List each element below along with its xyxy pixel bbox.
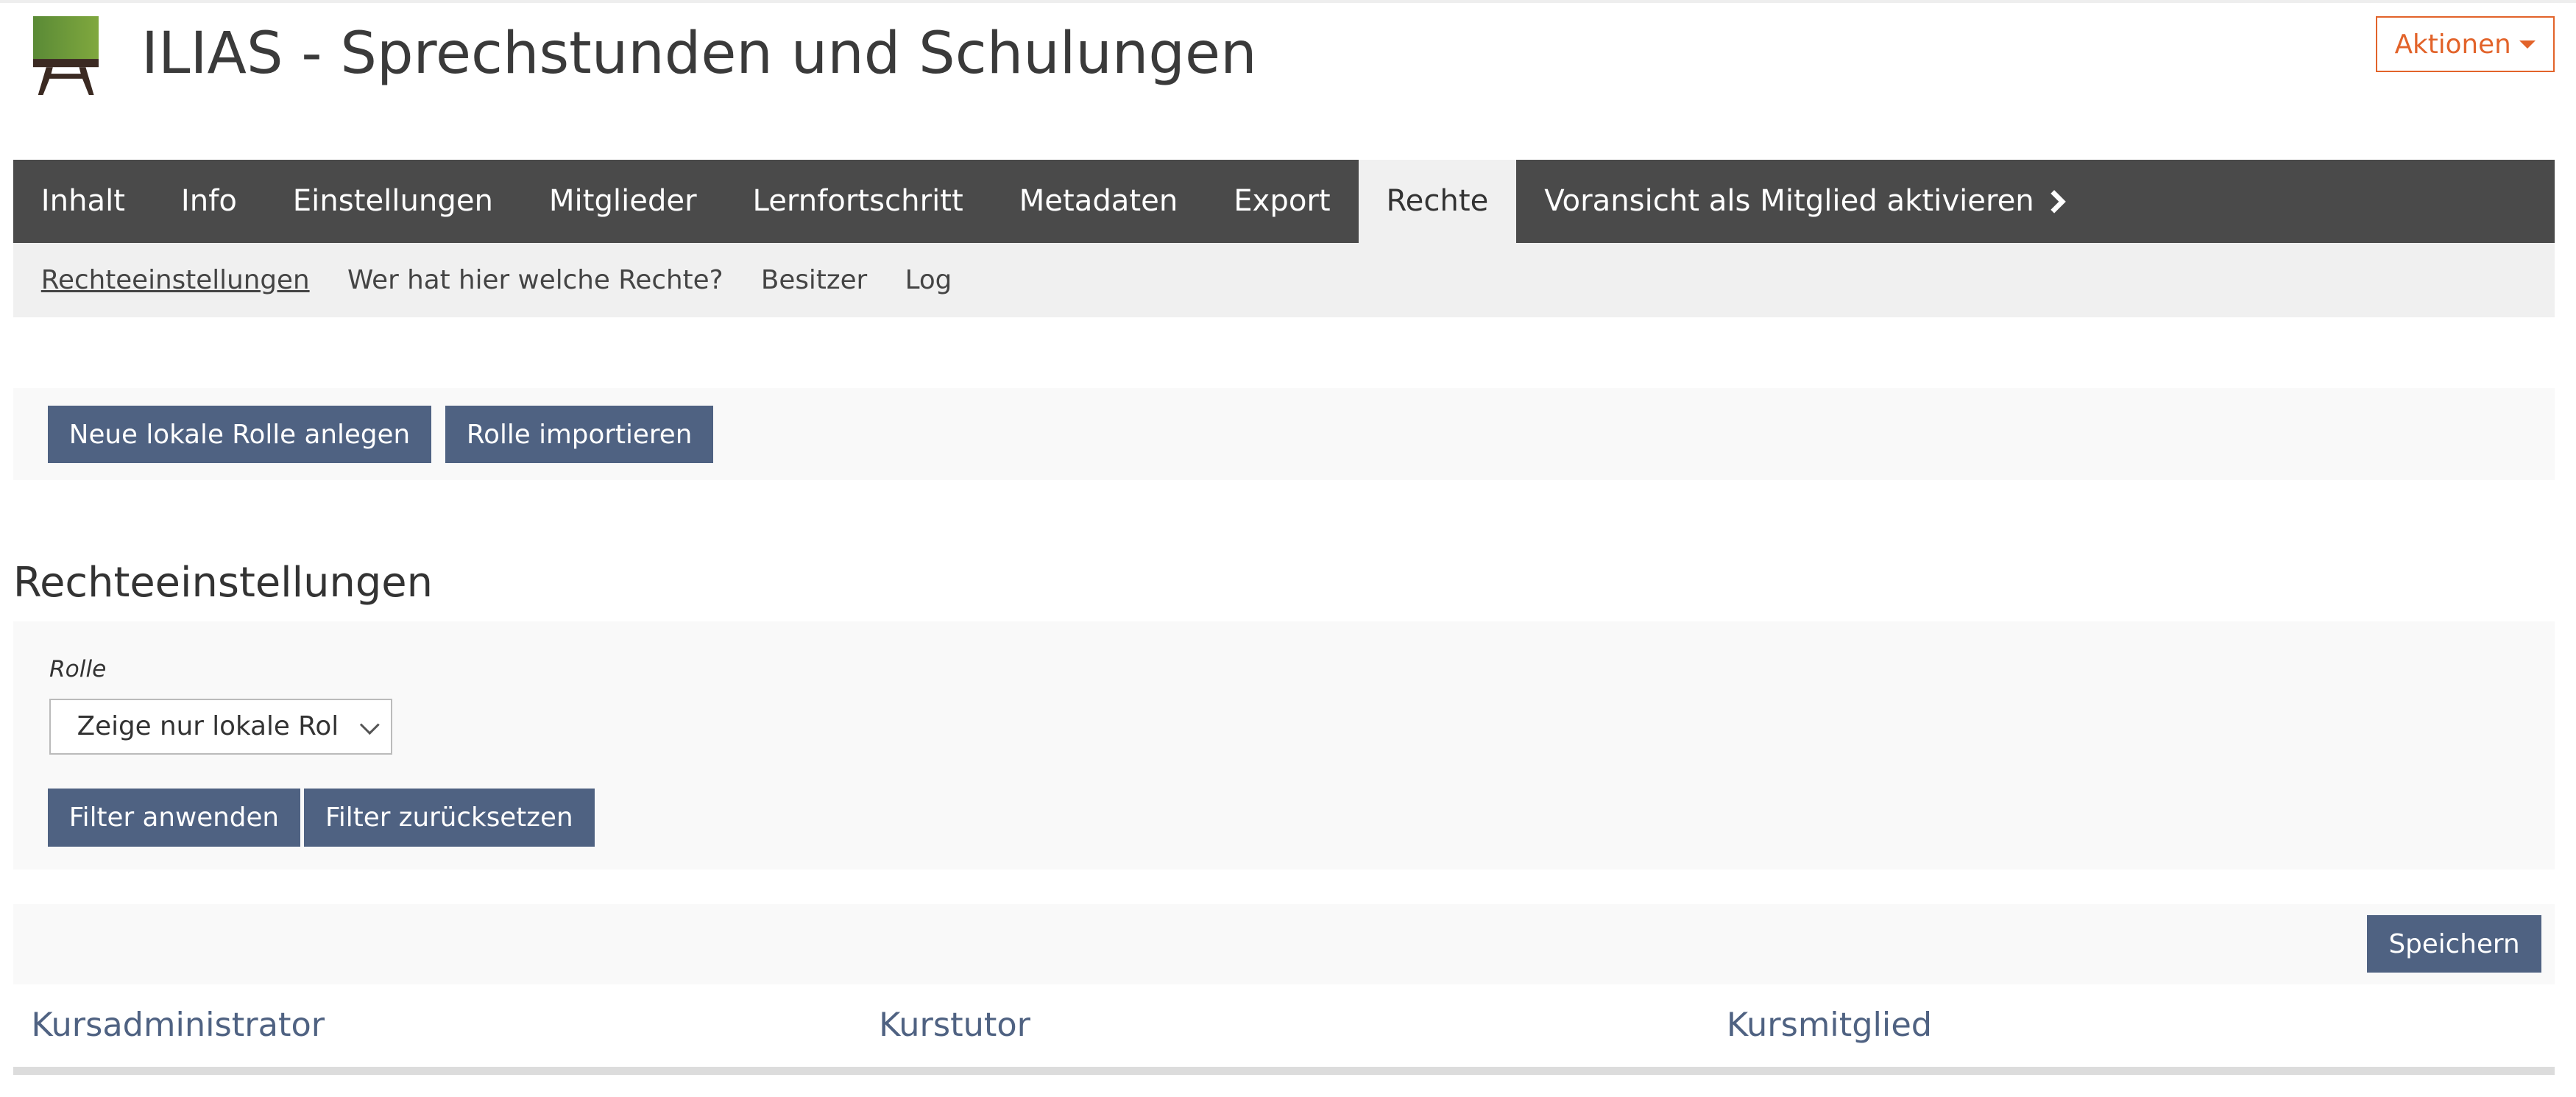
table-toolbar: [13, 903, 2555, 984]
role-filter-select[interactable]: Zeige nur lokale Rol: [49, 698, 393, 755]
main-tabs: Inhalt Info Einstellungen Mitglieder Ler…: [13, 159, 2555, 244]
subtab-besitzer[interactable]: Besitzer: [761, 265, 867, 295]
role-filter-value: Zeige nur lokale Rol: [77, 711, 339, 742]
table-divider: [13, 1066, 2555, 1075]
tab-rechte[interactable]: Rechte: [1358, 159, 1517, 244]
top-border: [0, 0, 2576, 4]
subtab-rechteeinstellungen[interactable]: Rechteeinstellungen: [41, 265, 310, 295]
actions-label: Aktionen: [2394, 29, 2511, 60]
subtab-wer-hat-rechte[interactable]: Wer hat hier welche Rechte?: [347, 265, 723, 295]
apply-filter-button[interactable]: Filter anwenden: [47, 789, 301, 847]
tab-info[interactable]: Info: [153, 160, 265, 244]
column-header-kursadministrator[interactable]: Kursadministrator: [31, 1006, 325, 1044]
tab-inhalt[interactable]: Inhalt: [13, 160, 153, 244]
tab-voransicht[interactable]: Voransicht als Mitglied aktivieren: [1516, 160, 2095, 244]
role-filter-label: Rolle: [49, 655, 107, 682]
actions-dropdown-button[interactable]: Aktionen: [2375, 16, 2555, 73]
tab-export[interactable]: Export: [1206, 160, 1358, 244]
course-board-icon: [32, 16, 99, 96]
tab-mitglieder[interactable]: Mitglieder: [521, 160, 725, 244]
column-header-kurstutor[interactable]: Kurstutor: [879, 1006, 1030, 1044]
chevron-right-icon: [2050, 189, 2066, 214]
page-title: ILIAS - Sprechstunden und Schulungen: [141, 19, 1257, 87]
tab-metadaten[interactable]: Metadaten: [991, 160, 1206, 244]
section-title: Rechteeinstellungen: [13, 558, 433, 607]
tab-lernfortschritt[interactable]: Lernfortschritt: [725, 160, 991, 244]
subtab-log[interactable]: Log: [905, 265, 952, 295]
save-button[interactable]: Speichern: [2367, 915, 2541, 973]
new-local-role-button[interactable]: Neue lokale Rolle anlegen: [47, 406, 432, 464]
tab-einstellungen[interactable]: Einstellungen: [265, 160, 521, 244]
tab-voransicht-label: Voransicht als Mitglied aktivieren: [1544, 184, 2034, 219]
sub-tabs: Rechteeinstellungen Wer hat hier welche …: [13, 243, 2555, 317]
import-role-button[interactable]: Rolle importieren: [445, 406, 714, 464]
reset-filter-button[interactable]: Filter zurücksetzen: [303, 789, 595, 847]
chevron-down-icon: [359, 715, 380, 735]
caret-down-icon: [2519, 40, 2536, 49]
column-header-kursmitglied[interactable]: Kursmitglied: [1727, 1006, 1932, 1044]
